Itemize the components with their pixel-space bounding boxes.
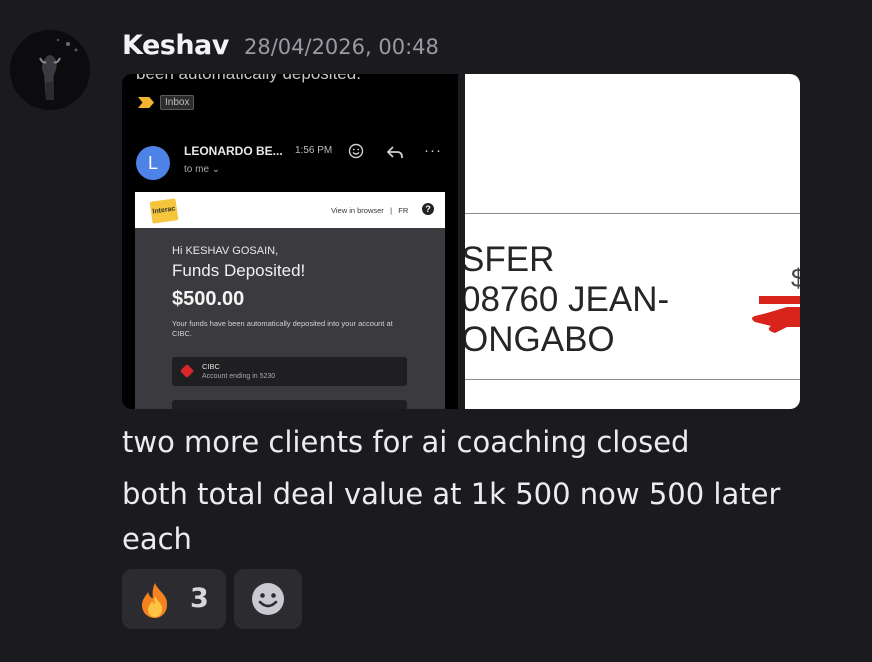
deposit-amount: $500.00 — [172, 288, 245, 310]
author-name[interactable]: Keshav — [122, 30, 229, 61]
cheque-text-line: 08760 JEAN- — [465, 280, 670, 319]
interac-logo: Interac — [149, 198, 179, 224]
add-reaction-button[interactable] — [234, 569, 302, 629]
message-header: Keshav 28/04/2026, 00:48 — [122, 30, 439, 61]
message-timestamp: 28/04/2026, 00:48 — [243, 35, 439, 59]
emoji-icon — [348, 143, 364, 159]
bank-account-box: CIBC Account ending in 5230 — [172, 357, 407, 386]
interac-email-card: Interac View in browser | FR ? Hi KESHAV… — [135, 192, 445, 409]
divider-line — [465, 213, 800, 214]
greeting: Hi KESHAV GOSAIN, — [172, 245, 279, 257]
reaction-count: 3 — [190, 583, 209, 614]
user-avatar[interactable] — [10, 30, 90, 110]
cibc-logo-icon — [179, 363, 195, 379]
card-header: Interac View in browser | FR ? — [135, 192, 445, 228]
sender-name: LEONARDO BE... — [184, 144, 283, 158]
add-emoji-icon — [252, 583, 284, 615]
bank-account: Account ending in 5230 — [202, 373, 276, 380]
send-time: 1:56 PM — [295, 145, 333, 156]
inbox-chip: Inbox — [160, 95, 195, 110]
bank-name: CIBC — [202, 362, 220, 371]
attachment-cheque-screenshot[interactable]: SFER 08760 JEAN- ONGABO $ — [465, 74, 800, 409]
recipient-line: to me ⌄ — [184, 164, 221, 175]
headline: Funds Deposited! — [172, 261, 306, 280]
view-browser-text: View in browser — [331, 206, 384, 215]
reply-icon — [386, 146, 403, 158]
more-options-icon: ··· — [424, 142, 442, 159]
help-icon: ? — [422, 203, 434, 215]
divider-line — [465, 379, 800, 380]
fire-emoji-icon — [142, 583, 168, 618]
cheque-text-line: SFER — [465, 240, 555, 279]
recipient-text: to me — [184, 164, 210, 175]
deposit-body-text: Your funds have been automatically depos… — [172, 319, 393, 338]
message-text-line: each — [122, 522, 192, 556]
attachment-email-screenshot[interactable]: been automatically deposited. Inbox L LE… — [122, 74, 458, 409]
email-cut-text: been automatically deposited. — [136, 74, 361, 84]
important-label-icon — [138, 97, 154, 108]
reaction-fire[interactable]: 3 — [122, 569, 226, 629]
secondary-box — [172, 400, 407, 409]
red-arrow-icon — [752, 296, 800, 333]
lang-toggle: FR — [398, 206, 409, 215]
sender-avatar: L — [136, 146, 170, 180]
view-in-browser-link: View in browser | FR — [331, 206, 409, 215]
message-text-line: both total deal value at 1k 500 now 500 … — [122, 477, 781, 511]
cheque-text-line: ONGABO — [465, 320, 615, 359]
message-text-line: two more clients for ai coaching closed — [122, 425, 690, 459]
